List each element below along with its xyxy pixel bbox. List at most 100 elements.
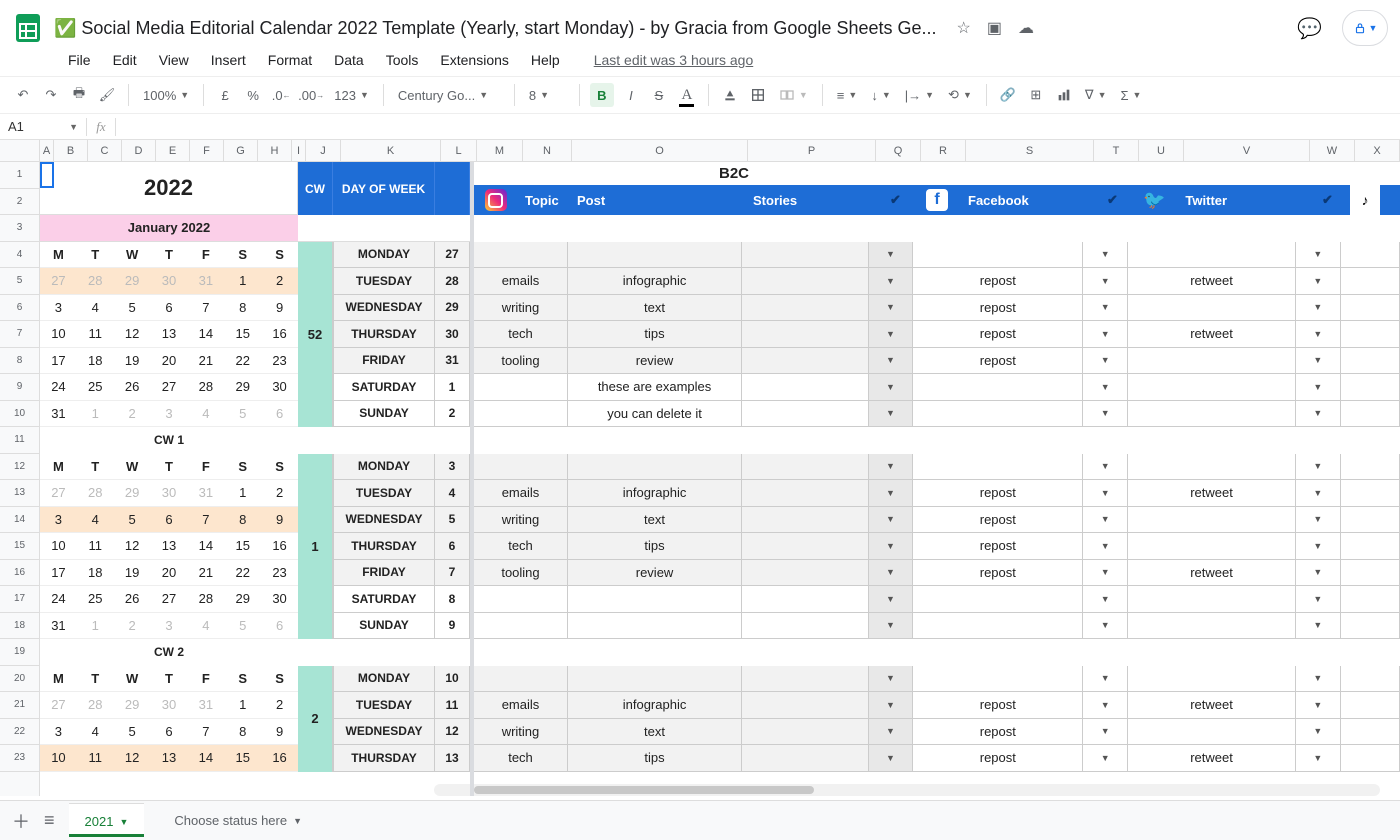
fb-status-dropdown[interactable]: ▼ [1083,666,1128,693]
ig-status-dropdown[interactable]: ▼ [869,719,914,746]
cal-day[interactable]: 15 [224,321,261,348]
sheets-logo[interactable] [12,8,44,48]
fb-status-dropdown[interactable]: ▼ [1083,613,1128,640]
cal-day[interactable]: 28 [77,268,114,295]
comment-icon[interactable]: ⊞ [1025,83,1047,107]
stories-cell[interactable] [742,613,869,640]
post-cell[interactable]: tips [568,745,742,772]
menu-format[interactable]: Format [268,52,312,68]
col-header[interactable]: W [1310,140,1355,161]
post-cell[interactable]: tips [568,321,742,348]
cal-day[interactable]: 17 [40,348,77,375]
cal-day[interactable]: 30 [151,480,188,507]
post-cell[interactable] [568,613,742,640]
ig-status-dropdown[interactable]: ▼ [869,480,914,507]
all-sheets-button[interactable]: ≡ [44,810,55,831]
cal-day[interactable]: 3 [40,507,77,534]
col-header[interactable]: J [306,140,341,161]
tw-cell[interactable] [1128,454,1296,481]
bold-button[interactable]: B [590,83,614,107]
cal-day[interactable]: 1 [77,613,114,640]
last-edit-link[interactable]: Last edit was 3 hours ago [594,52,754,68]
cal-day[interactable]: 9 [261,507,298,534]
tw-cell[interactable] [1128,666,1296,693]
col-header[interactable]: A [40,140,54,161]
row-header[interactable]: 22 [0,719,39,746]
fb-cell[interactable]: repost [913,692,1083,719]
stories-cell[interactable] [742,507,869,534]
tw-status-dropdown[interactable]: ▼ [1296,613,1341,640]
stories-cell[interactable] [742,745,869,772]
cal-day[interactable]: 27 [151,586,188,613]
extra-cell[interactable] [1341,560,1400,587]
cal-day[interactable]: 24 [40,374,77,401]
cal-day[interactable]: 14 [187,745,224,772]
share-button[interactable]: ▼ [1342,10,1388,46]
tw-cell[interactable] [1128,533,1296,560]
row-header[interactable]: 9 [0,374,39,401]
cal-day[interactable]: 25 [77,586,114,613]
cal-day[interactable]: 23 [261,348,298,375]
text-color-button[interactable]: A [676,83,698,107]
fb-cell[interactable]: repost [913,321,1083,348]
post-cell[interactable]: infographic [568,692,742,719]
tw-status-dropdown[interactable]: ▼ [1296,480,1341,507]
tw-cell[interactable]: retweet [1128,692,1296,719]
ig-status-dropdown[interactable]: ▼ [869,613,914,640]
cal-day[interactable]: 28 [77,480,114,507]
name-box[interactable]: A1▼ [0,119,86,134]
fb-status-dropdown[interactable]: ▼ [1083,374,1128,401]
menu-data[interactable]: Data [334,52,364,68]
extra-cell[interactable] [1341,374,1400,401]
tw-cell[interactable] [1128,613,1296,640]
move-icon[interactable]: ▣ [987,18,1002,38]
ig-status-dropdown[interactable]: ▼ [869,745,914,772]
redo-icon[interactable]: ↷ [40,83,62,107]
fb-cell[interactable] [913,454,1083,481]
ig-status-dropdown[interactable]: ▼ [869,348,914,375]
stories-cell[interactable] [742,401,869,428]
row-header[interactable]: 15 [0,533,39,560]
col-header[interactable]: M [477,140,523,161]
tw-status-dropdown[interactable]: ▼ [1296,666,1341,693]
topic-cell[interactable]: tech [474,533,568,560]
col-header[interactable]: E [156,140,190,161]
post-cell[interactable] [568,586,742,613]
extra-cell[interactable] [1341,321,1400,348]
cal-day[interactable]: 18 [77,348,114,375]
fb-cell[interactable]: repost [913,533,1083,560]
cal-day[interactable]: 9 [261,719,298,746]
ig-status-dropdown[interactable]: ▼ [869,586,914,613]
ig-status-dropdown[interactable]: ▼ [869,321,914,348]
cal-day[interactable]: 17 [40,560,77,587]
cal-day[interactable]: 8 [224,719,261,746]
ig-status-dropdown[interactable]: ▼ [869,374,914,401]
ig-status-dropdown[interactable]: ▼ [869,666,914,693]
topic-cell[interactable]: tech [474,745,568,772]
functions-icon[interactable]: Σ▼ [1117,88,1146,103]
cal-day[interactable]: 10 [40,321,77,348]
ig-status-dropdown[interactable]: ▼ [869,295,914,322]
row-header[interactable]: 1 [0,162,39,189]
cal-day[interactable]: 20 [151,560,188,587]
cal-day[interactable]: 31 [40,613,77,640]
col-header[interactable]: S [966,140,1094,161]
cal-day[interactable]: 1 [224,480,261,507]
cal-day[interactable]: 21 [187,348,224,375]
cal-day[interactable]: 11 [77,745,114,772]
cal-day[interactable]: 12 [114,321,151,348]
post-cell[interactable]: infographic [568,480,742,507]
extra-cell[interactable] [1341,666,1400,693]
tw-cell[interactable] [1128,719,1296,746]
cal-day[interactable]: 26 [114,374,151,401]
sheet-tab-status[interactable]: Choose status here▼ [158,805,318,836]
cal-day[interactable]: 13 [151,533,188,560]
cal-day[interactable]: 3 [151,401,188,428]
extra-cell[interactable] [1341,295,1400,322]
cal-day[interactable]: 31 [187,692,224,719]
cal-day[interactable]: 3 [151,613,188,640]
stories-cell[interactable] [742,374,869,401]
menu-view[interactable]: View [159,52,189,68]
fb-status-dropdown[interactable]: ▼ [1083,745,1128,772]
cal-day[interactable]: 15 [224,533,261,560]
